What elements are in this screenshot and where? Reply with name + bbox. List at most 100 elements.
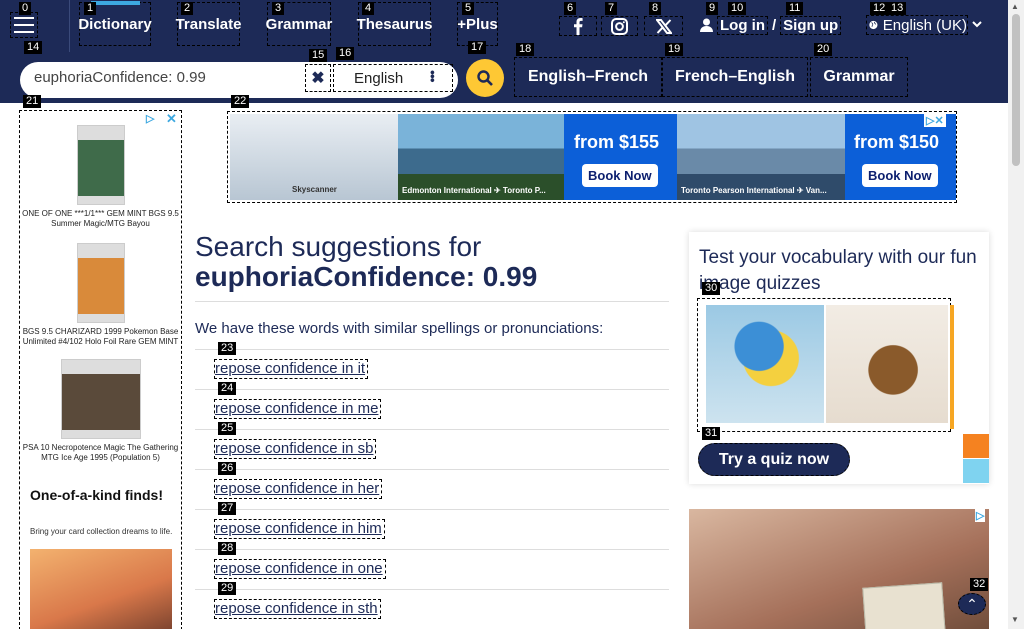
element-badge: 2	[181, 2, 194, 15]
suggestion-link[interactable]: repose confidence in sb	[214, 439, 377, 459]
element-badge: 13	[888, 2, 907, 15]
element-badge: 26	[218, 462, 237, 475]
signup-link[interactable]: Sign up	[780, 15, 842, 35]
login-slash: /	[772, 16, 777, 34]
element-badge: 24	[218, 382, 237, 395]
element-badge: 29	[218, 582, 237, 595]
share-tab[interactable]	[963, 459, 989, 483]
element-badge: 6	[564, 2, 577, 15]
instagram-icon[interactable]	[601, 16, 638, 36]
search-input[interactable]	[34, 62, 304, 92]
element-badge: 19	[665, 43, 684, 56]
id-card-image	[862, 582, 946, 629]
ad-caption: Toronto Pearson International ✈ Van...	[681, 186, 827, 195]
bottom-right-ad[interactable]: ▷	[689, 509, 989, 629]
scroll-up-arrow-icon[interactable]: ▲	[1011, 2, 1019, 11]
scroll-down-arrow-icon[interactable]: ▼	[1011, 615, 1019, 624]
chevron-down-icon[interactable]	[972, 17, 982, 31]
ad-brand: Skyscanner	[292, 185, 337, 194]
element-badge: 15	[309, 49, 328, 62]
clear-search-icon[interactable]: ✖	[305, 64, 331, 92]
ad-card[interactable]: ONE OF ONE ***1/1*** GEM MINT BGS 9.5 Su…	[20, 125, 181, 229]
ad-book-button[interactable]: Book Now	[582, 164, 658, 187]
search-icon	[477, 70, 493, 86]
element-badge: 3	[272, 2, 285, 15]
x-icon[interactable]	[644, 16, 683, 36]
ad-card[interactable]: PSA 10 Necropotence Magic The Gathering …	[20, 359, 181, 463]
ad-card[interactable]: BGS 9.5 CHARIZARD 1999 Pokemon Base Unli…	[20, 243, 181, 347]
ad-card-caption: PSA 10 Necropotence Magic The Gathering …	[22, 443, 179, 462]
ad-offer-panel	[564, 114, 677, 200]
ad-caption: Edmonton International ✈ Toronto P...	[402, 186, 546, 195]
parrot-image	[706, 305, 824, 423]
trading-card-image	[76, 125, 125, 205]
suggestion-link[interactable]: repose confidence in sth	[214, 599, 381, 619]
feedback-tab[interactable]	[963, 434, 989, 458]
login-link[interactable]: Log in	[717, 15, 768, 35]
element-badge: 31	[702, 427, 721, 440]
divider	[195, 509, 669, 510]
try-quiz-button[interactable]: Try a quiz now	[698, 443, 850, 476]
dictionary-selected: English	[354, 69, 404, 87]
scrollbar-thumb[interactable]	[1012, 14, 1020, 166]
quicklink-english-french[interactable]: English–French	[514, 57, 662, 97]
element-badge: 30	[702, 282, 721, 295]
left-sidebar-ad[interactable]: ▷ ✕ ONE OF ONE ***1/1*** GEM MINT BGS 9.…	[19, 110, 182, 629]
element-badge: 10	[728, 2, 747, 15]
adchoices-icon[interactable]: ▷✕	[924, 114, 946, 127]
element-badge: 21	[23, 95, 42, 108]
ad-subline: Bring your card collection dreams to lif…	[30, 527, 173, 536]
element-badge: 27	[218, 502, 237, 515]
element-badge: 9	[706, 2, 719, 15]
search-query-title: euphoriaConfidence: 0.99	[195, 261, 538, 292]
ad-photo	[30, 549, 172, 629]
trading-card-image	[76, 243, 125, 323]
element-badge: 25	[218, 422, 237, 435]
element-badge: 0	[19, 2, 32, 15]
ad-card-caption: BGS 9.5 CHARIZARD 1999 Pokemon Base Unli…	[22, 327, 179, 346]
language-selector[interactable]: English (UK)	[866, 15, 968, 35]
element-badge: 12	[870, 2, 889, 15]
divider	[195, 389, 669, 390]
suggestion-link[interactable]: repose confidence in one	[214, 559, 386, 579]
adchoices-icon[interactable]: ▷	[975, 509, 986, 522]
divider	[195, 349, 669, 350]
adchoices-icon[interactable]: ▷	[146, 112, 154, 125]
element-badge: 5	[462, 2, 475, 15]
search-button[interactable]	[466, 59, 504, 97]
divider	[195, 469, 669, 470]
suggestions-intro: We have these words with similar spellin…	[195, 320, 604, 337]
top-banner-ad[interactable]: Skyscanner from $155 Book Now Edmonton I…	[227, 111, 957, 203]
quiz-image-link[interactable]	[697, 298, 954, 432]
scroll-to-top-icon[interactable]: ⌃	[958, 593, 986, 615]
globe-icon	[869, 20, 878, 30]
language-label: English (UK)	[882, 16, 967, 34]
suggestion-link[interactable]: repose confidence in him	[214, 519, 385, 539]
element-badge: 32	[970, 578, 989, 591]
suggestion-link[interactable]: repose confidence in her	[214, 479, 383, 499]
page-title: Search suggestions for	[195, 231, 482, 262]
quicklink-grammar[interactable]: Grammar	[810, 57, 908, 97]
divider	[195, 549, 669, 550]
quicklink-french-english[interactable]: French–English	[662, 57, 808, 97]
dictionary-selector[interactable]: English •••	[333, 64, 453, 92]
element-badge: 4	[362, 2, 375, 15]
facebook-icon[interactable]	[559, 16, 597, 36]
accent-bar	[950, 305, 954, 429]
login-signup: Log in / Sign up	[700, 14, 842, 36]
quiz-title: Test your vocabulary with our fun image …	[699, 247, 977, 294]
suggestion-link[interactable]: repose confidence in it	[214, 359, 369, 379]
suggestion-link[interactable]: repose confidence in me	[214, 399, 382, 419]
divider	[195, 589, 669, 590]
ad-book-button[interactable]: Book Now	[862, 164, 938, 187]
ad-price: from $155	[574, 132, 660, 152]
element-badge: 22	[231, 95, 250, 108]
nav-divider	[69, 0, 70, 52]
ad-headline: One-of-a-kind finds!	[30, 487, 163, 503]
element-badge: 18	[516, 43, 535, 56]
element-badge: 8	[649, 2, 662, 15]
menu-hamburger-icon[interactable]	[10, 12, 38, 38]
divider	[195, 429, 669, 430]
ad-card-caption: ONE OF ONE ***1/1*** GEM MINT BGS 9.5 Su…	[22, 209, 179, 228]
more-vertical-icon: •••	[425, 70, 441, 82]
